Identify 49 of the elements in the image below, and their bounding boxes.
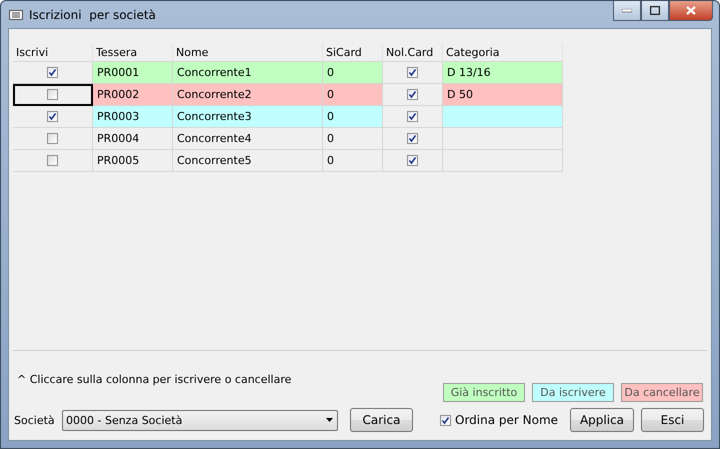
table-cell: 0 <box>323 84 383 106</box>
checkbox[interactable] <box>47 89 58 100</box>
maximize-icon <box>650 6 660 15</box>
table-cell: Concorrente4 <box>173 128 323 150</box>
table-cell: D 50 <box>443 84 563 106</box>
table-cell: D 13/16 <box>443 62 563 84</box>
field-label: Società <box>14 414 56 426</box>
maximize-button[interactable] <box>641 1 669 21</box>
checkbox[interactable] <box>47 155 58 166</box>
table-cell: PR0002 <box>93 84 173 106</box>
table-cell: Concorrente2 <box>173 84 323 106</box>
table-cell: Concorrente1 <box>173 62 323 84</box>
exit-button[interactable]: Esci <box>641 408 704 432</box>
checkbox[interactable] <box>407 89 418 100</box>
checkbox[interactable] <box>440 414 451 426</box>
close-button[interactable] <box>669 1 713 21</box>
checkbox[interactable] <box>47 111 58 122</box>
checkbox-label[interactable]: Ordina per Nome <box>455 413 558 427</box>
close-icon <box>686 6 696 15</box>
legend-item: Già inscritto <box>443 383 525 402</box>
table-cell: 0 <box>323 150 383 172</box>
minimize-icon <box>622 8 632 12</box>
window-title: Iscrizioni per società <box>29 8 157 22</box>
caret-icon <box>326 418 333 422</box>
apply-button[interactable]: Applica <box>570 408 634 432</box>
table-cell: 0 <box>323 128 383 150</box>
legend-item: Da iscrivere <box>532 383 614 402</box>
table-cell: Concorrente3 <box>173 106 323 128</box>
table-cell: PR0001 <box>93 62 173 84</box>
checkbox[interactable] <box>47 67 58 78</box>
company-dropdown[interactable]: 0000 - Senza Società <box>62 410 338 430</box>
minimize-button[interactable] <box>613 1 641 21</box>
checkbox[interactable] <box>407 111 418 122</box>
checkbox[interactable] <box>407 155 418 166</box>
legend-item: Da cancellare <box>621 383 703 402</box>
table-cell: PR0004 <box>93 128 173 150</box>
table-cell: Concorrente5 <box>173 150 323 172</box>
menu-icon[interactable] <box>9 10 23 20</box>
load-button[interactable]: Carica <box>350 408 413 432</box>
table-cell: PR0005 <box>93 150 173 172</box>
table-cell: 0 <box>323 106 383 128</box>
checkbox[interactable] <box>407 67 418 78</box>
checkbox[interactable] <box>407 133 418 144</box>
table-cell: PR0003 <box>93 106 173 128</box>
table-cell: 0 <box>323 62 383 84</box>
hint-text: ^ Cliccare sulla colonna per iscrivere o cancellare <box>17 373 292 387</box>
checkbox[interactable] <box>47 133 58 144</box>
column-header[interactable]: Iscrivi <box>13 44 93 62</box>
column-header[interactable]: Nol.Card <box>383 44 443 62</box>
